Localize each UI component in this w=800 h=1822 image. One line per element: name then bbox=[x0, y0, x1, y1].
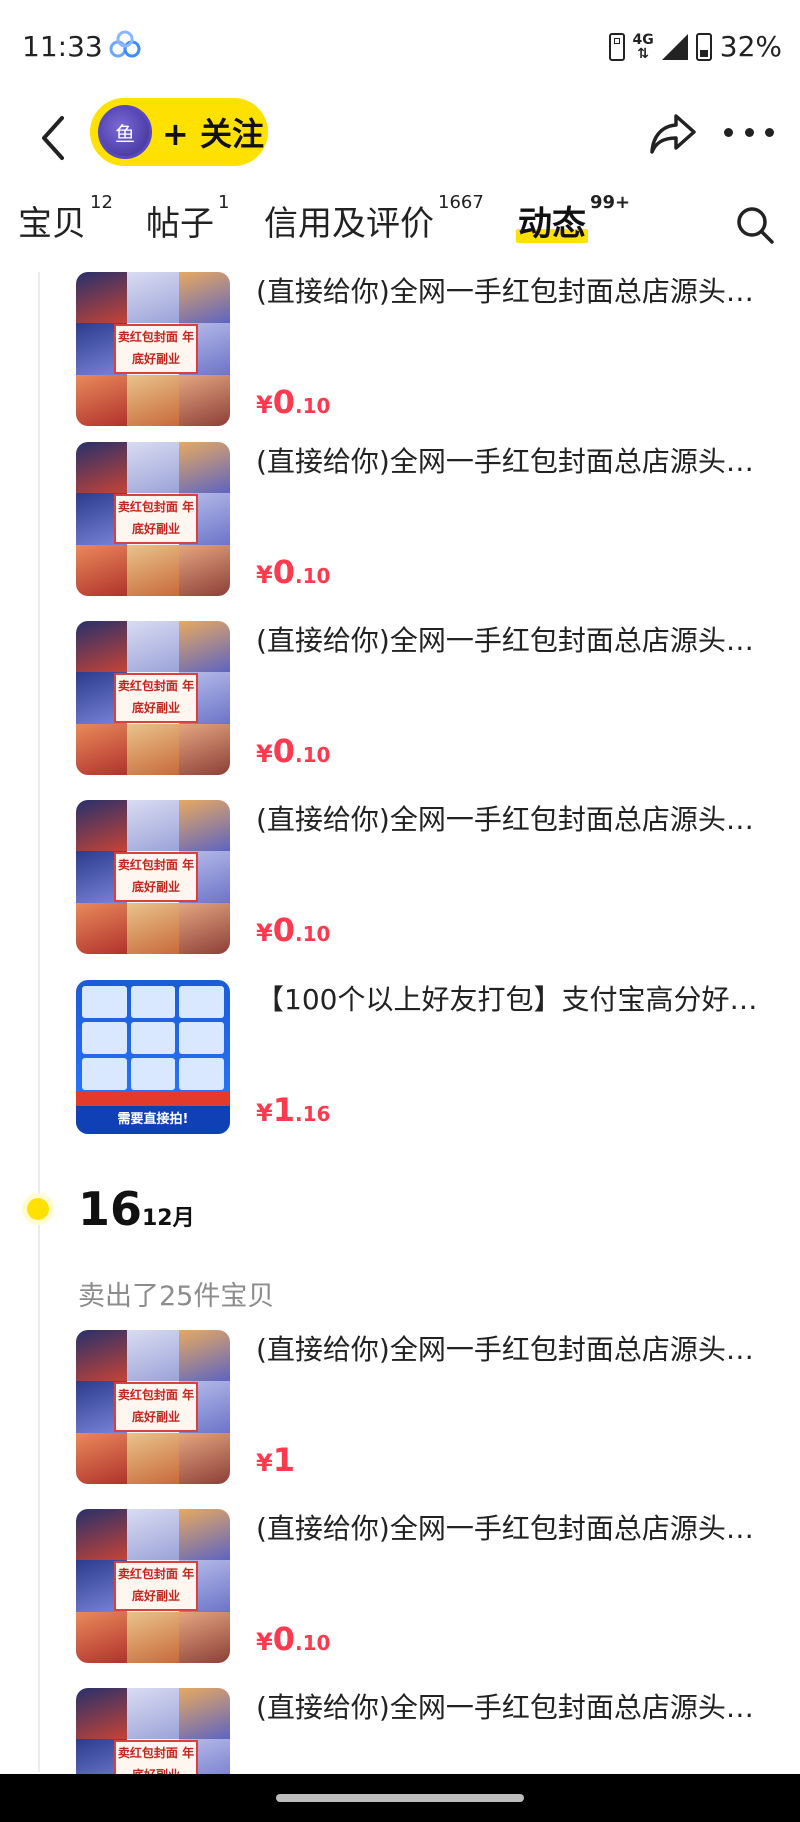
item-title: (直接给你)全网一手红包封面总店源头… bbox=[256, 1512, 754, 1545]
feed-item[interactable]: 卖红包封面 年底好副业 (直接给你)全网一手红包封面总店源头… ¥0.10 bbox=[76, 442, 786, 598]
header: 鱼 + 关注 bbox=[0, 96, 800, 200]
feed-item[interactable]: 卖红包封面 年底好副业 (直接给你)全网一手红包封面总店源头… ¥0.10 bbox=[76, 1509, 786, 1665]
item-price: ¥0.10 bbox=[256, 1620, 331, 1658]
item-thumbnail: 卖红包封面 年底好副业 bbox=[76, 800, 230, 954]
follow-button[interactable]: 鱼 + 关注 bbox=[90, 98, 268, 166]
item-price: ¥0.10 bbox=[256, 383, 331, 421]
tab-bar: 宝贝 12 帖子 1 信用及评价 1667 动态 99+ bbox=[0, 192, 800, 270]
back-icon[interactable] bbox=[30, 110, 86, 166]
tab-activity[interactable]: 动态 99+ bbox=[516, 192, 630, 245]
more-icon[interactable] bbox=[724, 112, 774, 152]
hd-icon bbox=[608, 32, 625, 61]
system-nav-bar bbox=[0, 1774, 800, 1822]
status-icons: 4G ⇅ 32% bbox=[608, 30, 782, 63]
feed-item[interactable]: 卖红包封面 年底好副业 (直接给你)全网一手红包封面总店源头… bbox=[76, 1688, 786, 1774]
item-price: ¥0.10 bbox=[256, 553, 331, 591]
sold-summary: 卖出了25件宝贝 bbox=[78, 1281, 275, 1312]
item-thumbnail: 需要直接拍! bbox=[76, 980, 230, 1134]
feed-item[interactable]: 需要直接拍! 【100个以上好友打包】支付宝高分好… ¥1.16 bbox=[76, 980, 786, 1136]
item-price: ¥1.16 bbox=[256, 1091, 331, 1129]
battery-percent: 32% bbox=[719, 30, 782, 63]
home-gesture-handle[interactable] bbox=[276, 1794, 524, 1802]
item-title: (直接给你)全网一手红包封面总店源头… bbox=[256, 803, 754, 836]
item-title: (直接给你)全网一手红包封面总店源头… bbox=[256, 1333, 754, 1366]
app-notification-icon bbox=[109, 30, 141, 58]
item-title: (直接给你)全网一手红包封面总店源头… bbox=[256, 445, 754, 478]
battery-icon bbox=[695, 32, 712, 61]
thumbnail-banner: 卖红包封面 年底好副业 bbox=[114, 673, 198, 723]
item-price: ¥1 bbox=[256, 1441, 295, 1479]
tab-posts[interactable]: 帖子 1 bbox=[146, 192, 229, 245]
item-title: (直接给你)全网一手红包封面总店源头… bbox=[256, 1691, 754, 1724]
thumbnail-banner: 卖红包封面 年底好副业 bbox=[114, 1740, 198, 1774]
thumbnail-banner: 卖红包封面 年底好副业 bbox=[114, 1561, 198, 1611]
status-time: 11:33 bbox=[22, 30, 103, 63]
item-thumbnail: 卖红包封面 年底好副业 bbox=[76, 621, 230, 775]
item-price: ¥0.10 bbox=[256, 732, 331, 770]
signal-icon bbox=[661, 33, 688, 60]
shop-avatar: 鱼 bbox=[98, 105, 152, 159]
feed-item[interactable]: 卖红包封面 年底好副业 (直接给你)全网一手红包封面总店源头… ¥0.10 bbox=[76, 621, 786, 777]
feed-item[interactable]: 卖红包封面 年底好副业 (直接给你)全网一手红包封面总店源头… ¥1 bbox=[76, 1330, 786, 1486]
search-icon[interactable] bbox=[734, 204, 776, 246]
status-bar: 11:33 4G ⇅ 32% bbox=[0, 0, 800, 96]
thumbnail-banner: 卖红包封面 年底好副业 bbox=[114, 852, 198, 902]
item-thumbnail: 卖红包封面 年底好副业 bbox=[76, 442, 230, 596]
feed-item[interactable]: 卖红包封面 年底好副业 (直接给你)全网一手红包封面总店源头… ¥0.10 bbox=[76, 272, 786, 428]
timeline-line bbox=[38, 272, 40, 1772]
network-type: 4G ⇅ bbox=[632, 31, 654, 62]
timeline-dot bbox=[27, 1198, 49, 1220]
item-price: ¥0.10 bbox=[256, 911, 331, 949]
thumbnail-banner: 卖红包封面 年底好副业 bbox=[114, 494, 198, 544]
thumbnail-banner: 卖红包封面 年底好副业 bbox=[114, 1382, 198, 1432]
item-title: (直接给你)全网一手红包封面总店源头… bbox=[256, 624, 754, 657]
item-title: (直接给你)全网一手红包封面总店源头… bbox=[256, 275, 754, 308]
date-month: 12月 bbox=[142, 1206, 195, 1231]
item-thumbnail: 卖红包封面 年底好副业 bbox=[76, 1688, 230, 1774]
thumbnail-banner: 需要直接拍! bbox=[76, 1106, 230, 1134]
thumbnail-banner: 卖红包封面 年底好副业 bbox=[114, 324, 198, 374]
feed-item[interactable]: 卖红包封面 年底好副业 (直接给你)全网一手红包封面总店源头… ¥0.10 bbox=[76, 800, 786, 956]
item-title: 【100个以上好友打包】支付宝高分好… bbox=[256, 983, 758, 1016]
share-icon[interactable] bbox=[648, 108, 698, 158]
date-header: 16 12月 bbox=[0, 1180, 800, 1250]
item-thumbnail: 卖红包封面 年底好副业 bbox=[76, 272, 230, 426]
follow-label: + 关注 bbox=[162, 115, 264, 153]
item-thumbnail: 卖红包封面 年底好副业 bbox=[76, 1509, 230, 1663]
item-thumbnail: 卖红包封面 年底好副业 bbox=[76, 1330, 230, 1484]
date-day: 16 bbox=[78, 1182, 143, 1236]
tab-items[interactable]: 宝贝 12 bbox=[18, 192, 113, 245]
tab-reviews[interactable]: 信用及评价 1667 bbox=[264, 192, 484, 245]
